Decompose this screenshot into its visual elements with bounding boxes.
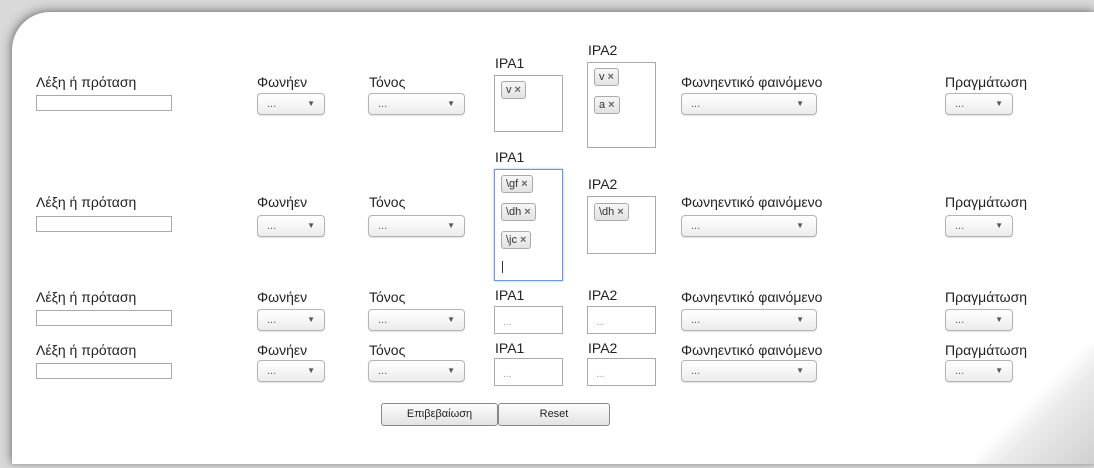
form-panel: Λέξη ή πρόταση Φωνήεν ... ▼ Τόνος ... ▼ IP… — [12, 12, 1094, 464]
tone-select[interactable]: ... ▼ — [368, 93, 465, 115]
tone-label: Τόνος — [369, 289, 406, 305]
ipa-tag: v × — [501, 81, 526, 99]
ipa2-tag-input[interactable]: ... — [587, 306, 656, 334]
vowel-select[interactable]: ... ▼ — [257, 215, 325, 237]
ipa2-label: IPA2 — [588, 176, 618, 192]
realization-select[interactable]: ... ▼ — [945, 215, 1013, 237]
word-input[interactable] — [36, 216, 172, 232]
ipa2-tag-input[interactable]: ... — [587, 358, 656, 386]
chevron-down-icon: ▼ — [307, 99, 315, 108]
word-label: Λέξη ή πρόταση — [36, 342, 137, 358]
chevron-down-icon: ▼ — [307, 315, 315, 324]
ipa2-label: IPA2 — [588, 287, 618, 303]
realization-select[interactable]: ... ▼ — [945, 93, 1013, 115]
ipa1-label: IPA1 — [495, 149, 525, 165]
phenomenon-select[interactable]: ... ▼ — [681, 215, 817, 237]
chevron-down-icon: ▼ — [796, 315, 804, 324]
realization-label: Πραγμάτωση — [945, 74, 1028, 90]
vowel-label: Φωνήεν — [257, 74, 308, 90]
chevron-down-icon: ▼ — [796, 221, 804, 230]
phenomenon-select[interactable]: ... ▼ — [681, 360, 817, 382]
phenomenon-select[interactable]: ... ▼ — [681, 309, 817, 331]
chevron-down-icon: ▼ — [307, 366, 315, 375]
reset-button[interactable]: Reset — [498, 403, 610, 426]
phenomenon-select[interactable]: ... ▼ — [681, 93, 817, 115]
tone-select[interactable]: ... ▼ — [368, 360, 465, 382]
confirm-button[interactable]: Επιβεβαίωση — [381, 403, 498, 426]
word-input[interactable] — [36, 95, 172, 111]
chevron-down-icon: ▼ — [796, 99, 804, 108]
tone-label: Τόνος — [369, 342, 406, 358]
phenomenon-label: Φωνηεντικό φαινόμενο — [681, 194, 823, 210]
close-icon[interactable]: × — [617, 206, 623, 218]
realization-label: Πραγμάτωση — [945, 342, 1028, 358]
chevron-down-icon: ▼ — [995, 221, 1003, 230]
ipa1-tag-input[interactable]: \gf × \dh × \jc × — [494, 169, 563, 281]
tone-select[interactable]: ... ▼ — [368, 215, 465, 237]
ipa2-label: IPA2 — [588, 340, 618, 356]
chevron-down-icon: ▼ — [447, 221, 455, 230]
close-icon[interactable]: × — [520, 234, 526, 246]
ipa1-label: IPA1 — [495, 340, 525, 356]
realization-label: Πραγμάτωση — [945, 194, 1028, 210]
phenomenon-label: Φωνηεντικό φαινόμενο — [681, 289, 823, 305]
tone-select[interactable]: ... ▼ — [368, 309, 465, 331]
ipa1-tag-input[interactable]: v × — [494, 75, 563, 132]
ipa-tag: \dh × — [501, 203, 536, 221]
ipa1-label: IPA1 — [495, 55, 525, 71]
chevron-down-icon: ▼ — [995, 99, 1003, 108]
word-label: Λέξη ή πρόταση — [36, 194, 137, 210]
word-input[interactable] — [36, 310, 172, 326]
vowel-select[interactable]: ... ▼ — [257, 360, 325, 382]
phenomenon-label: Φωνηεντικό φαινόμενο — [681, 74, 823, 90]
close-icon[interactable]: × — [608, 71, 614, 83]
chevron-down-icon: ▼ — [995, 315, 1003, 324]
phenomenon-label: Φωνηεντικό φαινόμενο — [681, 342, 823, 358]
chevron-down-icon: ▼ — [796, 366, 804, 375]
vowel-select[interactable]: ... ▼ — [257, 93, 325, 115]
word-label: Λέξη ή πρόταση — [36, 289, 137, 305]
ipa2-label: IPA2 — [588, 42, 618, 58]
vowel-label: Φωνήεν — [257, 342, 308, 358]
chevron-down-icon: ▼ — [447, 99, 455, 108]
text-cursor — [502, 261, 503, 273]
ipa-tag: \gf × — [501, 175, 533, 193]
vowel-select[interactable]: ... ▼ — [257, 309, 325, 331]
ipa-tag: v × — [594, 68, 619, 86]
word-input[interactable] — [36, 363, 172, 379]
chevron-down-icon: ▼ — [307, 221, 315, 230]
close-icon[interactable]: × — [608, 99, 614, 111]
tone-label: Τόνος — [369, 74, 406, 90]
ipa2-tag-input[interactable]: v × a × — [587, 62, 656, 148]
vowel-label: Φωνήεν — [257, 194, 308, 210]
realization-label: Πραγμάτωση — [945, 289, 1028, 305]
word-label: Λέξη ή πρόταση — [36, 74, 137, 90]
ipa1-tag-input[interactable]: ... — [494, 306, 563, 334]
chevron-down-icon: ▼ — [447, 315, 455, 324]
ipa-tag: \dh × — [594, 203, 629, 221]
tone-label: Τόνος — [369, 194, 406, 210]
vowel-label: Φωνήεν — [257, 289, 308, 305]
ipa-tag: a × — [594, 96, 620, 114]
close-icon[interactable]: × — [515, 84, 521, 96]
close-icon[interactable]: × — [521, 178, 527, 190]
ipa1-tag-input[interactable]: ... — [494, 358, 563, 386]
chevron-down-icon: ▼ — [447, 366, 455, 375]
ipa1-label: IPA1 — [495, 287, 525, 303]
close-icon[interactable]: × — [524, 206, 530, 218]
ipa2-tag-input[interactable]: \dh × — [587, 196, 656, 254]
realization-select[interactable]: ... ▼ — [945, 360, 1013, 382]
ipa-tag: \jc × — [501, 231, 532, 249]
chevron-down-icon: ▼ — [995, 366, 1003, 375]
realization-select[interactable]: ... ▼ — [945, 309, 1013, 331]
